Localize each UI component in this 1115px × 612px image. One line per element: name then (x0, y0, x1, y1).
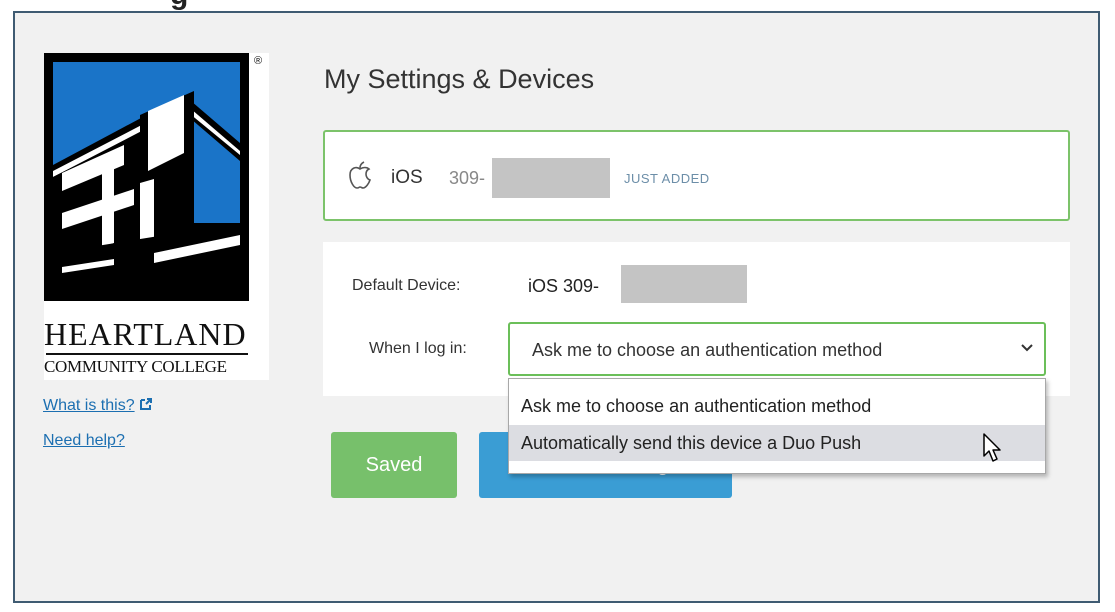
apple-icon (349, 161, 372, 189)
device-card: iOS 309- JUST ADDED (323, 130, 1070, 221)
just-added-badge: JUST ADDED (624, 171, 710, 186)
page-title: My Settings & Devices (324, 64, 595, 94)
device-name: iOS (391, 167, 423, 188)
default-device-label: Default Device: (352, 277, 461, 294)
login-behavior-label: When I log in: (369, 340, 467, 357)
logo-name-line1: HEARTLAND (44, 316, 247, 352)
mouse-cursor-icon (983, 433, 1001, 462)
need-help-link[interactable]: Need help? (43, 432, 125, 450)
default-device-value: iOS 309- (528, 276, 600, 296)
device-number: 309- (449, 168, 486, 188)
chevron-down-icon (1021, 344, 1033, 352)
building-logo-graphic (44, 53, 249, 301)
registered-mark: ® (254, 55, 263, 67)
login-behavior-selected: Ask me to choose an authentication metho… (532, 340, 883, 360)
partial-heading: g (170, 0, 188, 10)
external-link-icon (139, 398, 152, 410)
top-heading-fragment: g (0, 0, 1115, 10)
saved-button[interactable]: Saved (331, 432, 457, 498)
what-is-this-link[interactable]: What is this? (43, 397, 153, 415)
logo-divider (46, 353, 248, 355)
what-is-this-label: What is this? (43, 397, 135, 414)
redacted-phone-number (492, 158, 610, 198)
option-auto-push[interactable]: Automatically send this device a Duo Pus… (509, 425, 1045, 461)
option-ask-method[interactable]: Ask me to choose an authentication metho… (509, 388, 1045, 424)
college-logo: ® HEARTLAND COMMUNITY COLLEGE (44, 53, 269, 380)
login-behavior-select[interactable]: Ask me to choose an authentication metho… (508, 322, 1046, 376)
redacted-default-number (621, 265, 747, 303)
logo-name-line2: COMMUNITY COLLEGE (44, 357, 227, 376)
login-behavior-dropdown: Ask me to choose an authentication metho… (508, 378, 1046, 474)
